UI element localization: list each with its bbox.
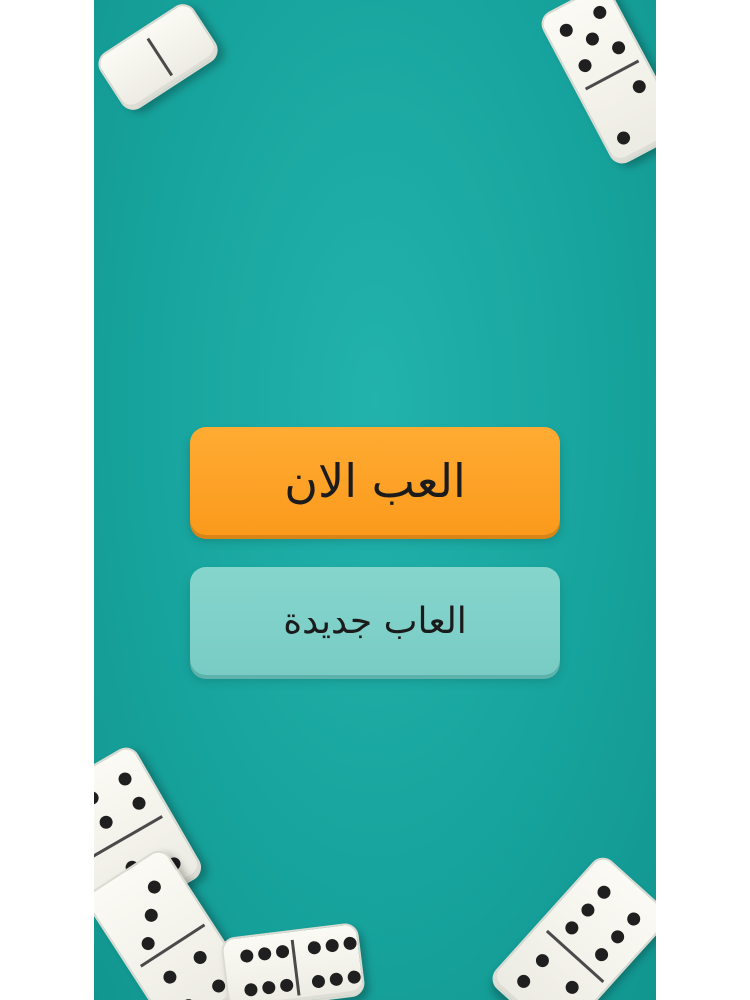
domino-pip (624, 909, 643, 929)
domino-pip (239, 948, 255, 964)
domino-pip (346, 969, 362, 985)
play-now-button[interactable]: العب الان (190, 427, 560, 535)
domino-pip (97, 813, 115, 832)
game-menu-screen: العب الان العاب جديدة (94, 0, 656, 1000)
domino-pip (591, 3, 609, 22)
domino-pip (307, 940, 322, 956)
domino-divider (146, 37, 174, 77)
domino-pip (630, 77, 649, 96)
domino-tile-top-right (536, 0, 656, 169)
domino-pip (139, 934, 158, 953)
domino-pip (324, 938, 340, 953)
domino-pip (179, 996, 198, 1000)
play-now-label: العب الان (284, 454, 466, 508)
domino-pip (243, 982, 259, 998)
domino-pip (329, 972, 344, 987)
domino-pip (116, 770, 134, 788)
domino-tile-bottom-right (486, 851, 656, 1000)
domino-pip (342, 936, 358, 951)
domino-pip (562, 918, 582, 938)
domino-pip (160, 968, 179, 987)
domino-pip (261, 980, 277, 995)
domino-pip (614, 129, 633, 147)
domino-divider (584, 59, 640, 91)
new-games-button[interactable]: العاب جديدة (190, 567, 560, 675)
domino-pip (191, 948, 210, 967)
domino-pip (609, 38, 628, 57)
domino-pip (279, 978, 294, 993)
domino-tile-bottom-center (220, 921, 366, 1000)
domino-pip (145, 878, 164, 897)
new-games-label: العاب جديدة (283, 600, 467, 642)
domino-pip (592, 945, 611, 964)
domino-pip (594, 883, 614, 902)
domino-pip (275, 944, 290, 959)
domino-pip (130, 794, 148, 813)
domino-pip (557, 21, 576, 40)
domino-pip (94, 789, 101, 807)
domino-pip (142, 906, 161, 925)
domino-pip (514, 972, 533, 991)
domino-pip (311, 974, 326, 989)
domino-pip (578, 900, 598, 920)
domino-pip (576, 56, 594, 75)
domino-tile-top-left (94, 0, 223, 116)
domino-pip (562, 978, 582, 997)
domino-pip (583, 30, 602, 48)
domino-pip (533, 951, 552, 970)
domino-pip (257, 946, 272, 962)
domino-pip (608, 927, 627, 947)
